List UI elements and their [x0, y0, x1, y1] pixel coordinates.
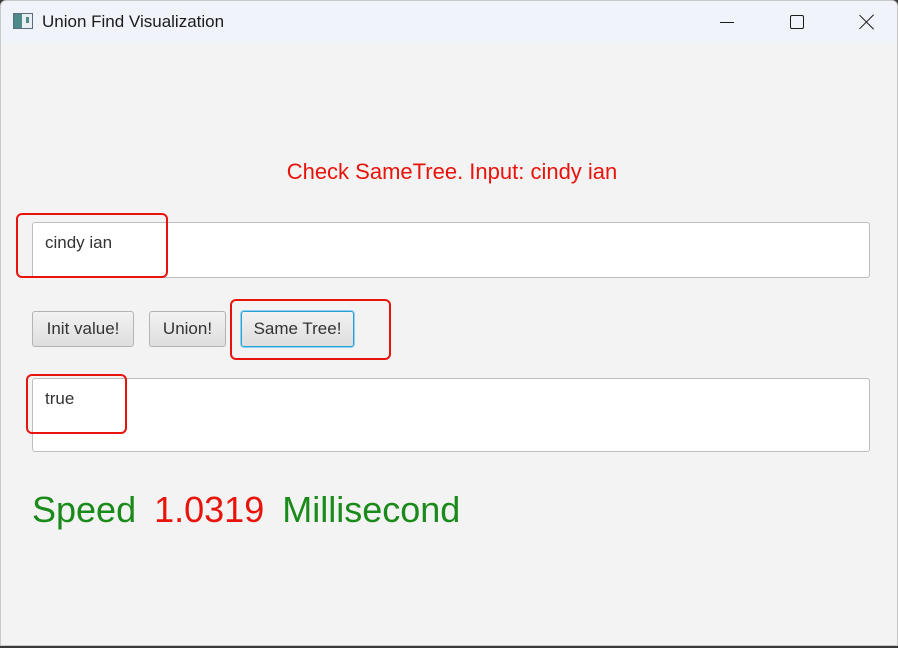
close-button[interactable]	[844, 1, 890, 43]
window-title: Union Find Visualization	[42, 12, 225, 31]
speed-label: Speed	[32, 489, 137, 530]
input-highlight-box	[16, 213, 168, 278]
button-highlight-box	[230, 299, 391, 360]
speed-value: 1.0319	[154, 489, 265, 530]
minimize-icon	[720, 21, 734, 23]
maximize-icon	[790, 15, 804, 29]
speed-unit: Millisecond	[282, 489, 461, 530]
prompt-label: Check SameTree. Input: cindy ian	[286, 159, 618, 184]
result-highlight-box	[26, 374, 127, 434]
app-window: Union Find Visualization Check SameTree.…	[0, 0, 898, 646]
result-field[interactable]: true	[32, 378, 870, 452]
minimize-button[interactable]	[704, 1, 750, 43]
union-button[interactable]: Union!	[149, 311, 226, 347]
speed-readout: Speed 1.0319 Millisecond	[32, 489, 460, 531]
close-icon	[859, 14, 875, 30]
init-value-button[interactable]: Init value!	[32, 311, 134, 347]
app-icon	[13, 13, 33, 29]
maximize-button[interactable]	[774, 1, 820, 43]
title-bar[interactable]: Union Find Visualization	[1, 1, 897, 43]
